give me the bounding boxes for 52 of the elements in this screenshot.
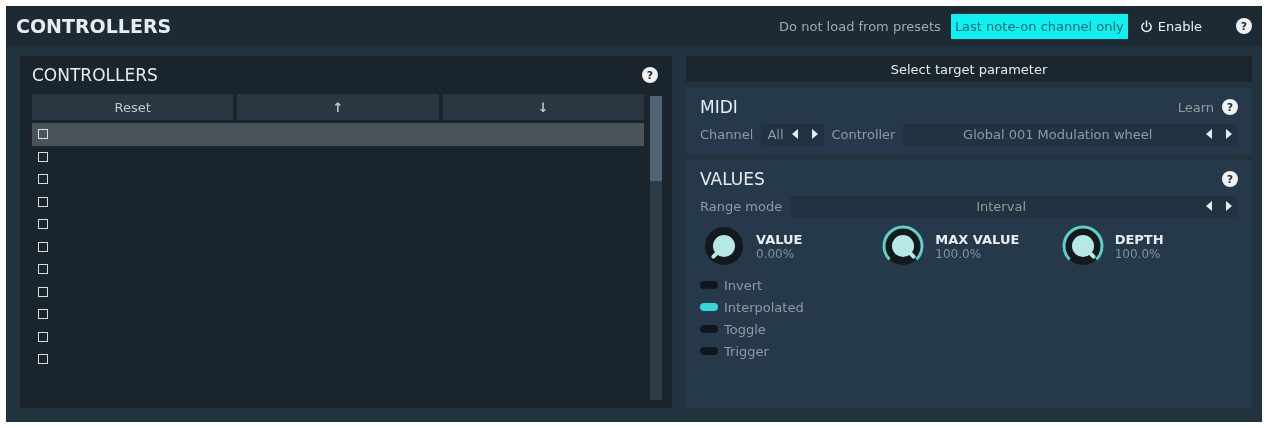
- knob-label: VALUE: [756, 231, 803, 247]
- target-button[interactable]: Select target parameter: [686, 56, 1252, 82]
- knob-reading: 0.00%: [756, 246, 796, 261]
- help-icon[interactable]: ?: [1222, 171, 1238, 187]
- field-label: Range mode: [700, 198, 783, 214]
- section-title: CONTROLLERS: [16, 15, 172, 37]
- enable-button[interactable]: Enable: [1133, 17, 1208, 35]
- checkbox[interactable]: [38, 354, 48, 365]
- knob-label: DEPTH: [1114, 231, 1164, 247]
- power-icon: [1139, 19, 1153, 33]
- controller-selector[interactable]: Global 001 Modulation wheel: [903, 123, 1238, 145]
- checkbox[interactable]: [38, 331, 48, 342]
- scrollbar-thumb[interactable]: [650, 96, 662, 181]
- panel-title: CONTROLLERS: [32, 65, 158, 85]
- option-toggle[interactable]: Last note-on channel only: [950, 13, 1128, 39]
- checkbox[interactable]: [38, 129, 48, 140]
- knob-reading: 100.0%: [935, 246, 983, 261]
- switch-label: Interpolated: [724, 299, 804, 315]
- checkbox[interactable]: [38, 151, 48, 162]
- list-button[interactable]: ↑: [237, 94, 439, 120]
- switch-label: Toggle: [724, 321, 766, 337]
- switch-led[interactable]: [700, 281, 718, 289]
- field-label: Channel: [700, 126, 754, 142]
- checkbox[interactable]: [38, 196, 48, 207]
- knob-reading: 100.0%: [1114, 246, 1162, 261]
- help-icon[interactable]: ?: [1236, 18, 1252, 34]
- section-title: VALUES: [700, 169, 765, 189]
- range-mode-selector[interactable]: Interval: [790, 195, 1238, 217]
- switch-led[interactable]: [700, 347, 718, 355]
- arrows-icon: [791, 129, 818, 139]
- help-icon[interactable]: ?: [642, 67, 658, 83]
- help-icon[interactable]: ?: [1222, 99, 1238, 115]
- switch-led[interactable]: [700, 303, 718, 311]
- field-label: Controller: [831, 126, 896, 142]
- section-title: MIDI: [700, 97, 738, 117]
- checkbox[interactable]: [38, 219, 48, 230]
- checkbox[interactable]: [38, 286, 48, 297]
- checkbox[interactable]: [38, 264, 48, 275]
- checkbox[interactable]: [38, 241, 48, 252]
- checkbox[interactable]: [38, 309, 48, 320]
- option-toggle[interactable]: Do not load from presets: [775, 13, 945, 39]
- arrows-icon: [1206, 201, 1232, 211]
- switch-label: Invert: [724, 277, 763, 293]
- checkbox[interactable]: [38, 174, 48, 185]
- list-button[interactable]: Reset: [32, 94, 234, 120]
- arrows-icon: [1206, 129, 1232, 139]
- list-button[interactable]: ↓: [442, 94, 644, 120]
- channel-selector[interactable]: All: [761, 123, 824, 145]
- learn-button[interactable]: Learn: [1177, 99, 1214, 115]
- switch-label: Trigger: [724, 343, 769, 359]
- knob-label: MAX VALUE: [935, 231, 1020, 247]
- switch-led[interactable]: [700, 325, 718, 333]
